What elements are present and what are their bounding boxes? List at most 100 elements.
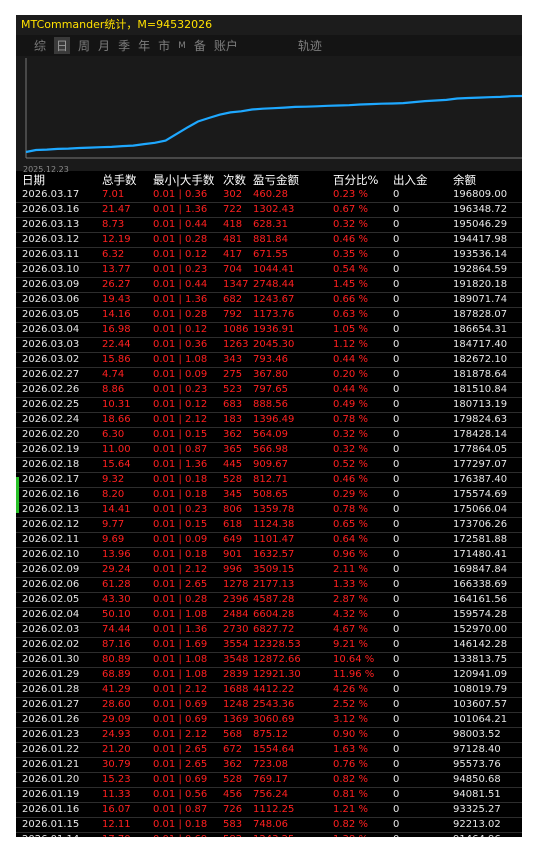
cell-balance: 94850.68 [453, 774, 501, 785]
cell-count: 618 [223, 519, 243, 530]
cell-date: 2026.01.22 [22, 744, 80, 755]
cell-date: 2026.03.02 [22, 354, 80, 365]
cell-balance: 187828.07 [453, 309, 508, 320]
table-row[interactable]: 2026.01.22 21.20 0.01 | 2.65 672 1554.64 1.63… [16, 743, 522, 758]
table-row[interactable]: 2026.03.12 12.19 0.01 | 0.28 481 881.84 0.46 … [16, 233, 522, 248]
table-row[interactable]: 2026.02.18 15.64 0.01 | 1.36 445 909.67 0.52 … [16, 458, 522, 473]
cell-total-lots: 6.32 [102, 249, 125, 260]
table-row[interactable]: 2026.02.10 13.96 0.01 | 0.18 901 1632.57 0.96… [16, 548, 522, 563]
tab-yearly[interactable]: 年 [138, 37, 150, 54]
table-row[interactable]: 2026.01.23 24.93 0.01 | 2.12 568 875.12 0.90 … [16, 728, 522, 743]
table-row[interactable]: 2026.01.16 16.07 0.01 | 0.87 726 1112.25 1.21… [16, 803, 522, 818]
cell-lot-range: 0.01 | 0.36 [153, 339, 208, 350]
tab-market[interactable]: 市 [158, 37, 170, 54]
table-row[interactable]: 2026.02.17 9.32 0.01 | 0.18 528 812.71 0.46 %… [16, 473, 522, 488]
table-row[interactable]: 2026.01.28 41.29 0.01 | 2.12 1688 4412.22 4.2… [16, 683, 522, 698]
cell-percent: 0.66 % [333, 294, 368, 305]
cell-percent: 0.44 % [333, 384, 368, 395]
cell-pnl: 2045.30 [253, 339, 295, 350]
tab-quarterly[interactable]: 季 [118, 37, 130, 54]
cell-count: 2730 [223, 624, 249, 635]
cell-lot-range: 0.01 | 1.08 [153, 354, 208, 365]
table-row[interactable]: 2026.03.02 15.86 0.01 | 1.08 343 793.46 0.44 … [16, 353, 522, 368]
cell-balance: 92213.02 [453, 819, 501, 830]
cell-lot-range: 0.01 | 2.12 [153, 684, 208, 695]
table-row[interactable]: 2026.02.20 6.30 0.01 | 0.15 362 564.09 0.32 %… [16, 428, 522, 443]
table-row[interactable]: 2026.02.05 43.30 0.01 | 0.28 2396 4587.28 2.8… [16, 593, 522, 608]
cell-count: 901 [223, 549, 243, 560]
tab-m[interactable]: M [178, 41, 186, 51]
table-row[interactable]: 2026.03.10 13.77 0.01 | 0.23 704 1044.41 0.54… [16, 263, 522, 278]
table-row[interactable]: 2026.01.20 15.23 0.01 | 0.69 528 769.17 0.82 … [16, 773, 522, 788]
table-row[interactable]: 2026.03.06 19.43 0.01 | 1.36 682 1243.67 0.66… [16, 293, 522, 308]
cell-lot-range: 0.01 | 1.08 [153, 609, 208, 620]
table-row[interactable]: 2026.01.27 28.60 0.01 | 0.69 1248 2543.36 2.5… [16, 698, 522, 713]
table-row[interactable]: 2026.01.26 29.09 0.01 | 0.69 1369 3060.69 3.1… [16, 713, 522, 728]
table-row[interactable]: 2026.03.17 7.01 0.01 | 0.36 302 460.28 0.23 %… [16, 188, 522, 203]
cell-percent: 0.63 % [333, 309, 368, 320]
table-row[interactable]: 2026.02.04 50.10 0.01 | 1.08 2484 6604.28 4.3… [16, 608, 522, 623]
table-row[interactable]: 2026.03.09 26.27 0.01 | 0.44 1347 2748.44 1.4… [16, 278, 522, 293]
table-row[interactable]: 2026.02.11 9.69 0.01 | 0.09 649 1101.47 0.64 … [16, 533, 522, 548]
cell-balance: 103607.57 [453, 699, 508, 710]
table-row[interactable]: 2026.02.27 4.74 0.01 | 0.09 275 367.80 0.20 %… [16, 368, 522, 383]
table-row[interactable]: 2026.02.03 74.44 0.01 | 1.36 2730 6827.72 4.6… [16, 623, 522, 638]
cell-balance: 175066.04 [453, 504, 508, 515]
table-row[interactable]: 2026.03.11 6.32 0.01 | 0.12 417 671.55 0.35 %… [16, 248, 522, 263]
table-row[interactable]: 2026.03.05 14.16 0.01 | 0.28 792 1173.76 0.63… [16, 308, 522, 323]
cell-total-lots: 11.00 [102, 444, 131, 455]
table-row[interactable]: 2026.02.16 8.20 0.01 | 0.18 345 508.65 0.29 %… [16, 488, 522, 503]
table-row[interactable]: 2026.02.19 11.00 0.01 | 0.87 365 566.98 0.32 … [16, 443, 522, 458]
cell-balance: 194417.98 [453, 234, 508, 245]
table-row[interactable]: 2026.02.12 9.77 0.01 | 0.15 618 1124.38 0.65 … [16, 518, 522, 533]
tab-account[interactable]: 账户 [214, 37, 238, 54]
table-row[interactable]: 2026.01.29 68.89 0.01 | 1.08 2839 12921.30 11… [16, 668, 522, 683]
tab-summary[interactable]: 综 [34, 37, 46, 54]
table-row[interactable]: 2026.02.02 87.16 0.01 | 1.69 3554 12328.53 9.… [16, 638, 522, 653]
cell-balance: 189071.74 [453, 294, 508, 305]
cell-count: 1086 [223, 324, 249, 335]
cell-total-lots: 19.43 [102, 294, 131, 305]
table-row[interactable]: 2026.01.14 17.70 0.01 | 0.69 582 1243.25 1.38… [16, 833, 522, 837]
cell-lot-range: 0.01 | 2.12 [153, 729, 208, 740]
cell-balance: 178428.14 [453, 429, 508, 440]
cell-deposit: 0 [393, 429, 400, 440]
cell-deposit: 0 [393, 264, 400, 275]
cell-pnl: 4412.22 [253, 684, 295, 695]
cell-date: 2026.03.05 [22, 309, 80, 320]
tab-trajectory[interactable]: 轨迹 [298, 37, 322, 54]
table-row[interactable]: 2026.01.30 80.89 0.01 | 1.08 3548 12872.66 10… [16, 653, 522, 668]
tab-weekly[interactable]: 周 [78, 37, 90, 54]
table-row[interactable]: 2026.03.13 8.73 0.01 | 0.44 418 628.31 0.32 %… [16, 218, 522, 233]
table-row[interactable]: 2026.02.24 18.66 0.01 | 2.12 183 1396.49 0.78… [16, 413, 522, 428]
table-row[interactable]: 2026.02.06 61.28 0.01 | 2.65 1278 2177.13 1.3… [16, 578, 522, 593]
cell-total-lots: 8.86 [102, 384, 125, 395]
tab-backup[interactable]: 备 [194, 37, 206, 54]
table-row[interactable]: 2026.03.03 22.44 0.01 | 0.36 1263 2045.30 1.1… [16, 338, 522, 353]
cell-deposit: 0 [393, 234, 400, 245]
table-row[interactable]: 2026.02.25 10.31 0.01 | 0.12 683 888.56 0.49 … [16, 398, 522, 413]
cell-count: 722 [223, 204, 243, 215]
cell-lot-range: 0.01 | 0.28 [153, 309, 208, 320]
table-row[interactable]: 2026.03.04 16.98 0.01 | 0.12 1086 1936.91 1.0… [16, 323, 522, 338]
header-count: 次数 [223, 173, 246, 187]
daily-table: 2026.03.17 7.01 0.01 | 0.36 302 460.28 0.23 %… [16, 188, 522, 837]
table-row[interactable]: 2026.01.19 11.33 0.01 | 0.56 456 756.24 0.81 … [16, 788, 522, 803]
cell-lot-range: 0.01 | 0.69 [153, 699, 208, 710]
table-row[interactable]: 2026.03.16 21.47 0.01 | 1.36 722 1302.43 0.67… [16, 203, 522, 218]
cell-count: 302 [223, 189, 243, 200]
table-row[interactable]: 2026.01.15 12.11 0.01 | 0.18 583 748.06 0.82 … [16, 818, 522, 833]
cell-deposit: 0 [393, 444, 400, 455]
cell-total-lots: 15.64 [102, 459, 131, 470]
table-row[interactable]: 2026.02.13 14.41 0.01 | 0.23 806 1359.78 0.78… [16, 503, 522, 518]
table-row[interactable]: 2026.01.21 30.79 0.01 | 2.65 362 723.08 0.76 … [16, 758, 522, 773]
table-row[interactable]: 2026.02.09 29.24 0.01 | 2.12 996 3509.15 2.11… [16, 563, 522, 578]
tab-daily[interactable]: 日 [54, 37, 71, 54]
cell-deposit: 0 [393, 819, 400, 830]
header-total-lots: 总手数 [102, 173, 137, 187]
tab-monthly[interactable]: 月 [98, 37, 110, 54]
cell-count: 568 [223, 729, 243, 740]
table-row[interactable]: 2026.02.26 8.86 0.01 | 0.23 523 797.65 0.44 %… [16, 383, 522, 398]
cell-deposit: 0 [393, 474, 400, 485]
cell-lot-range: 0.01 | 2.65 [153, 579, 208, 590]
